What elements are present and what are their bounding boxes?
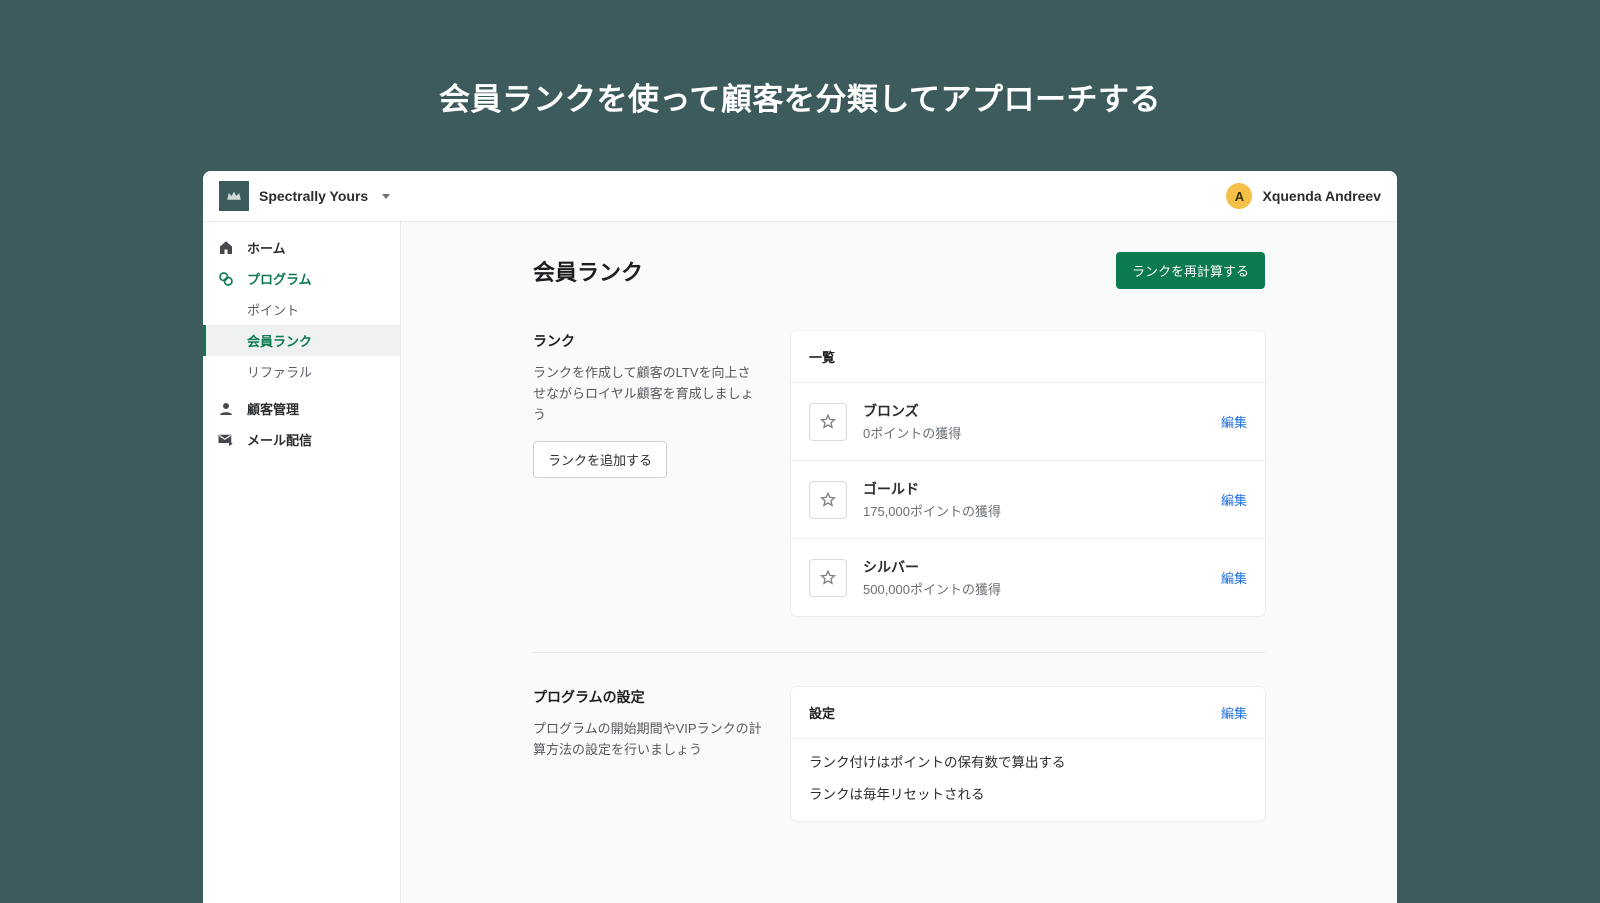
sidebar-item-label: メール配信 <box>247 430 312 449</box>
edit-rank-link[interactable]: 編集 <box>1221 412 1247 431</box>
section-divider <box>533 652 1265 653</box>
sidebar-item-mail[interactable]: メール配信 <box>203 424 400 455</box>
rank-name: ゴールド <box>863 479 1205 499</box>
settings-line: ランクは毎年リセットされる <box>791 775 1265 821</box>
sidebar-item-label: プログラム <box>247 269 312 288</box>
sidebar-item-label: ポイント <box>247 300 299 319</box>
program-settings-title: プログラムの設定 <box>533 687 763 707</box>
avatar: A <box>1226 183 1252 209</box>
crown-icon <box>219 181 249 211</box>
hero-title: 会員ランクを使って顧客を分類してアプローチする <box>0 0 1600 171</box>
user-name: Xquenda Andreev <box>1262 188 1381 204</box>
program-settings-description: プログラムの開始期間やVIPランクの計算方法の設定を行いましょう <box>533 719 763 761</box>
add-rank-button[interactable]: ランクを追加する <box>533 441 667 478</box>
brand-switcher[interactable]: Spectrally Yours <box>219 181 390 211</box>
program-settings-card: 設定 編集 ランク付けはポイントの保有数で算出する ランクは毎年リセットされる <box>791 687 1265 821</box>
user-menu[interactable]: A Xquenda Andreev <box>1226 183 1381 209</box>
star-icon <box>809 481 847 519</box>
rank-list-card: 一覧 ブロンズ 0ポイントの獲得 編集 <box>791 331 1265 616</box>
settings-card-header: 設定 <box>809 703 835 722</box>
mail-icon <box>217 431 235 449</box>
sidebar-item-customers[interactable]: 顧客管理 <box>203 393 400 424</box>
sidebar-item-member-rank[interactable]: 会員ランク <box>203 325 400 356</box>
rank-list-header: 一覧 <box>809 347 835 366</box>
sidebar-item-label: 顧客管理 <box>247 399 299 418</box>
star-icon <box>809 403 847 441</box>
edit-rank-link[interactable]: 編集 <box>1221 490 1247 509</box>
edit-rank-link[interactable]: 編集 <box>1221 568 1247 587</box>
star-icon <box>809 559 847 597</box>
sidebar-item-program[interactable]: プログラム <box>203 263 400 294</box>
user-icon <box>217 400 235 418</box>
app-window: Spectrally Yours A Xquenda Andreev ホーム プ… <box>203 171 1397 903</box>
sidebar-item-home[interactable]: ホーム <box>203 232 400 263</box>
brand-name: Spectrally Yours <box>259 188 368 204</box>
sidebar-item-label: リファラル <box>247 362 312 381</box>
edit-settings-link[interactable]: 編集 <box>1221 703 1247 722</box>
rank-subtitle: 0ポイントの獲得 <box>863 423 1205 442</box>
rank-row: シルバー 500,000ポイントの獲得 編集 <box>791 538 1265 616</box>
rank-row: ブロンズ 0ポイントの獲得 編集 <box>791 382 1265 460</box>
program-icon <box>217 270 235 288</box>
recalculate-rank-button[interactable]: ランクを再計算する <box>1116 252 1265 289</box>
home-icon <box>217 239 235 257</box>
rank-subtitle: 175,000ポイントの獲得 <box>863 501 1205 520</box>
main-content: 会員ランク ランクを再計算する ランク ランクを作成して顧客のLTVを向上させな… <box>401 222 1397 903</box>
sidebar-item-label: 会員ランク <box>247 331 312 350</box>
rank-name: シルバー <box>863 557 1205 577</box>
sidebar-item-referral[interactable]: リファラル <box>203 356 400 387</box>
topbar: Spectrally Yours A Xquenda Andreev <box>203 171 1397 222</box>
rank-name: ブロンズ <box>863 401 1205 421</box>
rank-row: ゴールド 175,000ポイントの獲得 編集 <box>791 460 1265 538</box>
sidebar-item-points[interactable]: ポイント <box>203 294 400 325</box>
settings-line: ランク付けはポイントの保有数で算出する <box>791 739 1265 775</box>
rank-section-title: ランク <box>533 331 763 351</box>
rank-subtitle: 500,000ポイントの獲得 <box>863 579 1205 598</box>
chevron-down-icon <box>382 194 390 199</box>
sidebar-item-label: ホーム <box>247 238 286 257</box>
rank-section-description: ランクを作成して顧客のLTVを向上させながらロイヤル顧客を育成しましょう <box>533 363 763 425</box>
sidebar: ホーム プログラム ポイント 会員ランク リファラル 顧客管理 <box>203 222 401 903</box>
page-title: 会員ランク <box>533 255 643 287</box>
